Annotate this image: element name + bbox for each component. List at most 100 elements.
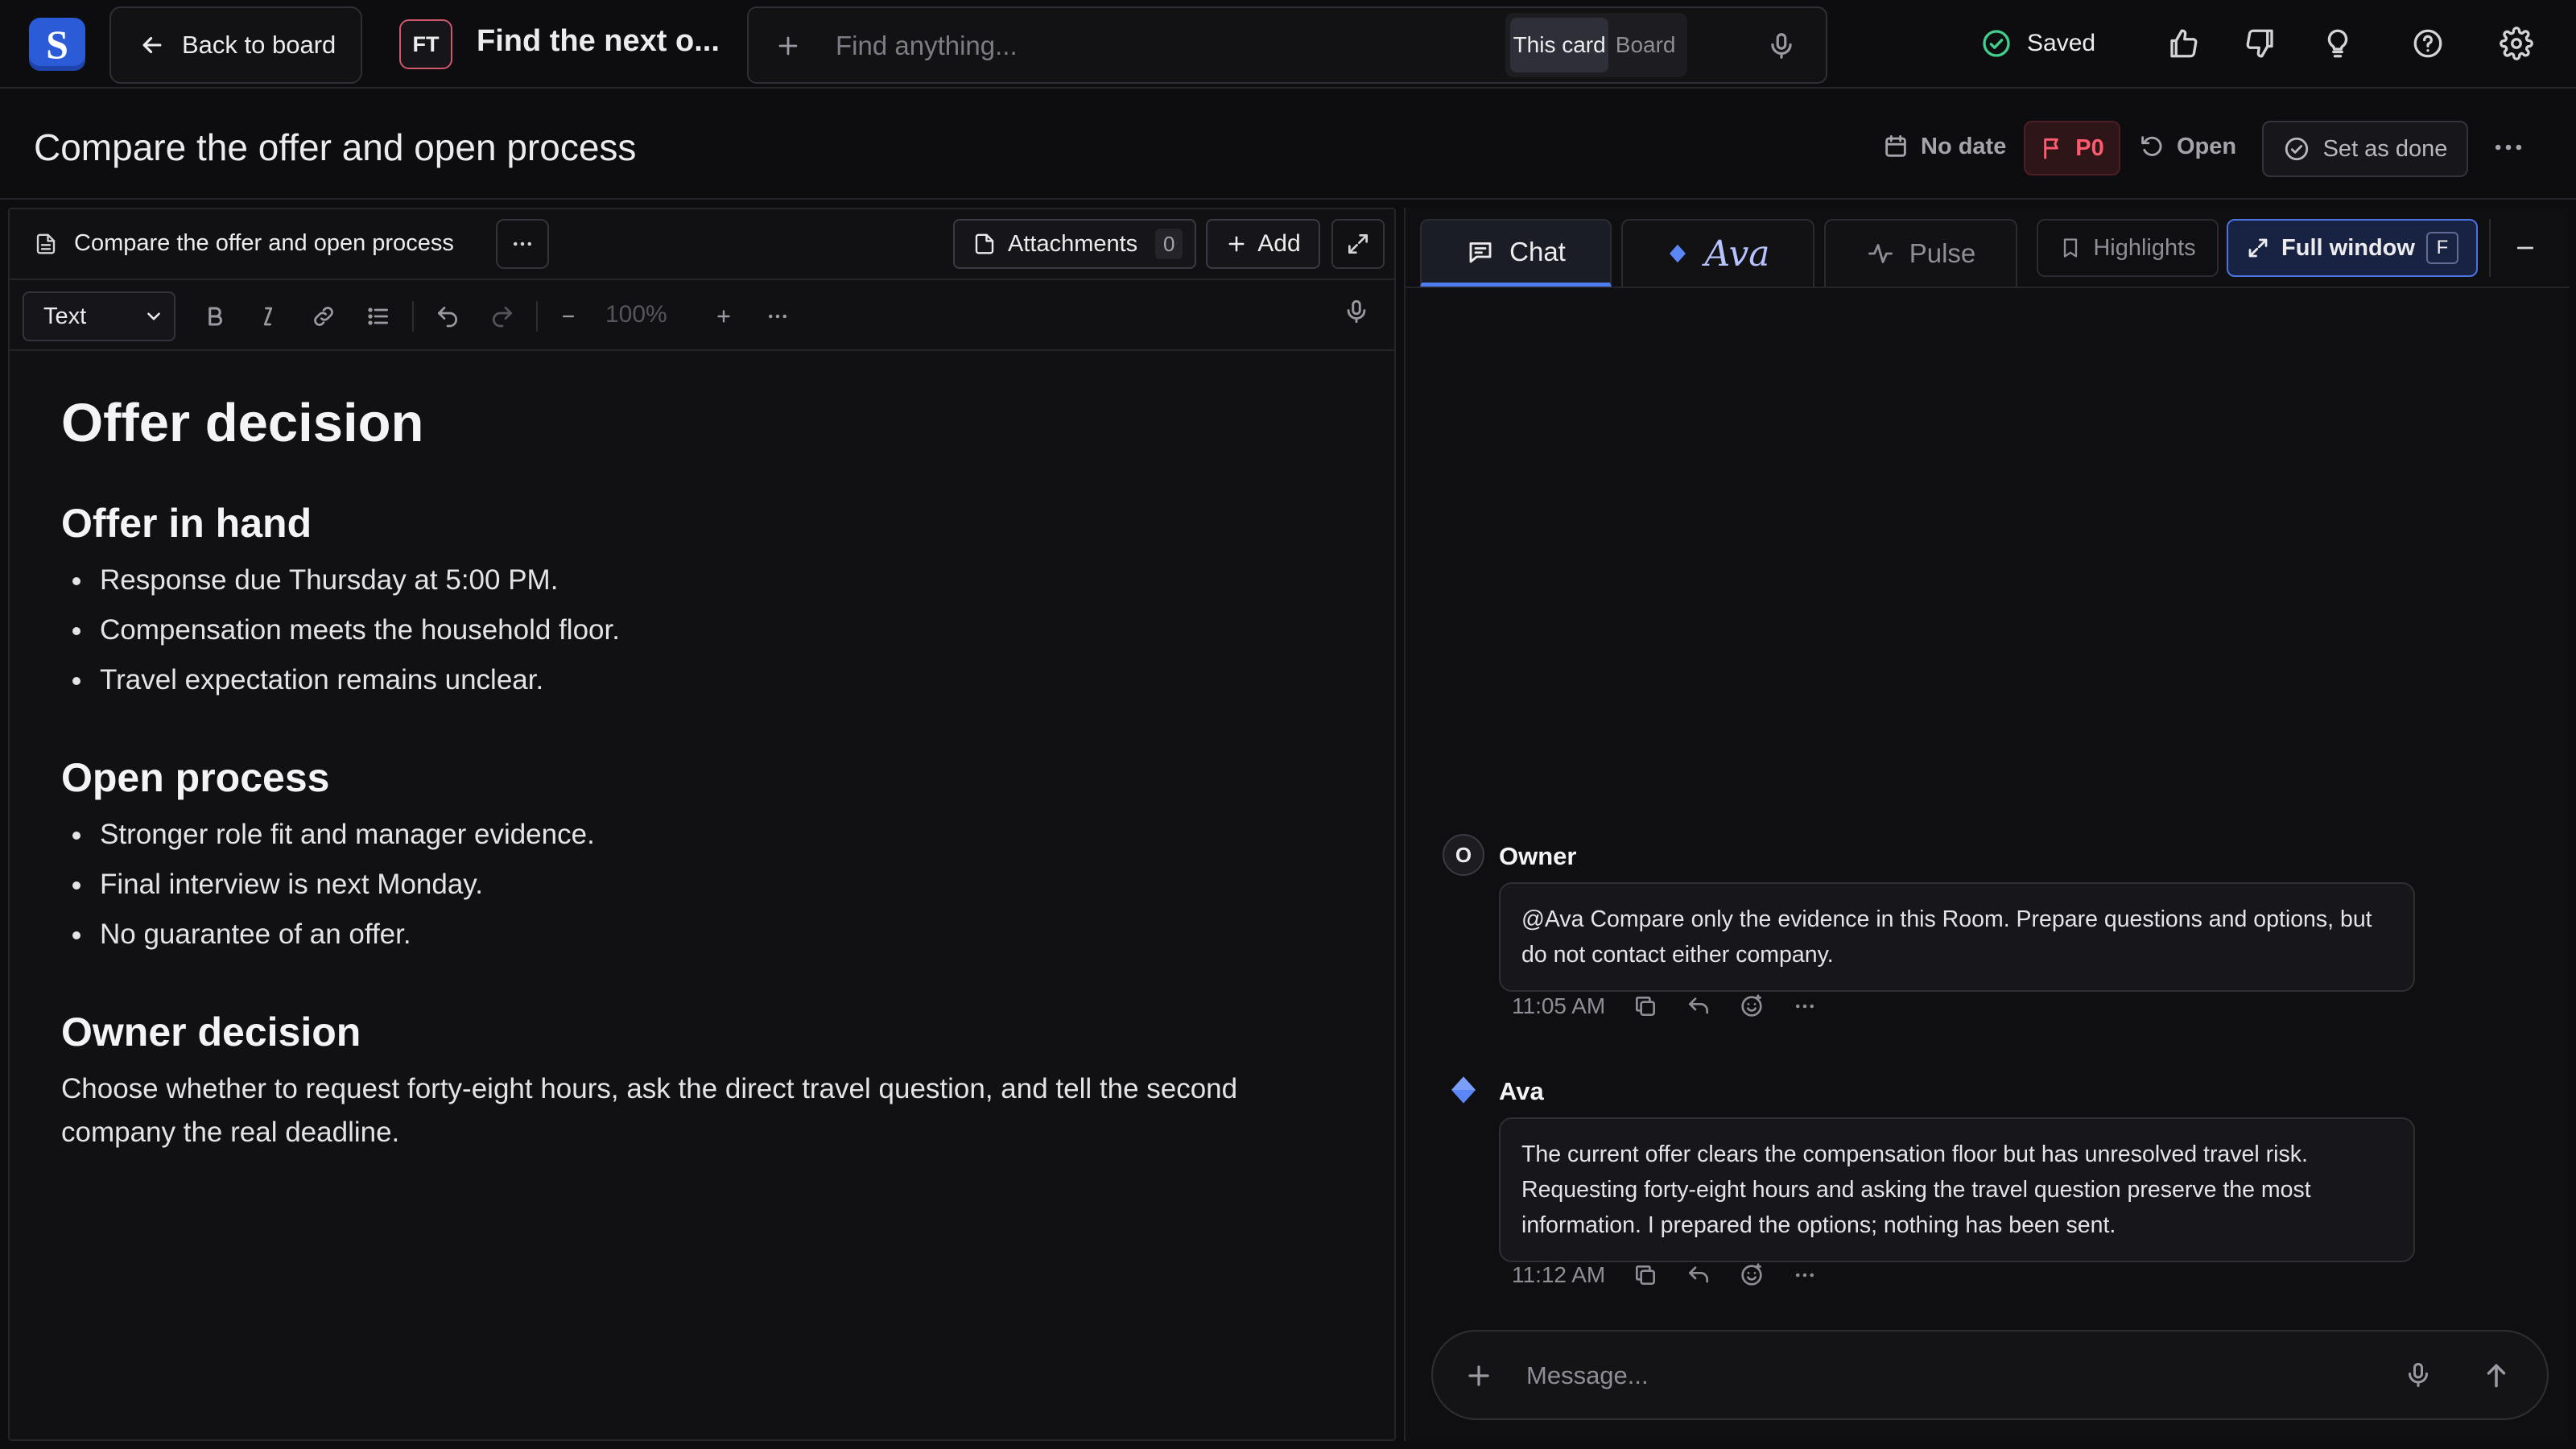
plus-icon[interactable] [774, 32, 802, 60]
ava-diamond-icon[interactable] [1447, 1074, 1480, 1106]
italic-icon[interactable] [256, 301, 280, 332]
section-heading-owner-decision: Owner decision [61, 1009, 361, 1055]
expand-editor-button[interactable] [1331, 219, 1385, 269]
avatar[interactable]: O [1443, 834, 1484, 876]
microphone-icon[interactable] [1343, 296, 1370, 327]
diamond-icon [1666, 242, 1690, 266]
page-title[interactable]: Compare the offer and open process [34, 126, 636, 169]
more-options-icon[interactable] [2491, 135, 2526, 159]
attachments-count: 0 [1155, 229, 1183, 259]
microphone-icon[interactable] [2404, 1360, 2433, 1389]
add-reaction-icon[interactable] [1739, 993, 1765, 1019]
bold-icon[interactable] [203, 301, 227, 332]
maximize-icon [1345, 231, 1371, 257]
file-icon [972, 231, 997, 257]
document-header: Compare the offer and open process Attac… [10, 209, 1394, 280]
tab-pulse[interactable]: Pulse [1824, 219, 2017, 287]
search-input[interactable] [836, 26, 1399, 66]
tab-ava[interactable]: Ava [1621, 219, 1814, 287]
activity-icon [1866, 239, 1895, 268]
offer-in-hand-list: Response due Thursday at 5:00 PM. Compen… [61, 555, 1349, 705]
plus-icon[interactable] [1463, 1360, 1494, 1391]
priority-badge[interactable]: P0 [2024, 121, 2120, 175]
set-as-done-button[interactable]: Set as done [2262, 121, 2468, 177]
document-heading: Offer decision [61, 393, 424, 453]
zoom-out-icon[interactable] [559, 301, 578, 332]
search-bar: This card Board [747, 6, 1827, 84]
message-square-icon [1466, 237, 1495, 266]
search-scope-toggle: This card Board [1505, 13, 1687, 77]
more-horizontal-icon[interactable] [1792, 998, 1818, 1014]
attachments-label: Attachments [1008, 230, 1138, 257]
open-process-list: Stronger role fit and manager evidence. … [61, 810, 1349, 960]
list-item: Final interview is next Monday. [61, 860, 1349, 910]
app-logo[interactable]: S [29, 18, 85, 71]
message-bubble: The current offer clears the compensatio… [1499, 1117, 2415, 1262]
thumbs-down-icon[interactable] [2240, 23, 2281, 64]
document-more-button[interactable] [496, 219, 549, 269]
section-heading-offer-in-hand: Offer in hand [61, 501, 312, 547]
document-name[interactable]: Compare the offer and open process [34, 230, 454, 257]
reply-icon[interactable] [1686, 993, 1711, 1019]
save-status: Saved [1980, 27, 2095, 60]
toolbar-divider [412, 301, 414, 332]
full-window-button[interactable]: Full window F [2227, 219, 2478, 277]
tab-ava-label: Ava [1704, 233, 1770, 275]
back-to-board-label: Back to board [182, 31, 336, 59]
bullet-list-icon[interactable] [365, 301, 391, 332]
list-item: Stronger role fit and manager evidence. [61, 810, 1349, 860]
link-icon[interactable] [311, 301, 336, 332]
document-body[interactable]: Offer decision Offer in hand Response du… [61, 391, 1349, 1154]
reply-icon[interactable] [1686, 1262, 1711, 1288]
full-window-label: Full window [2281, 234, 2415, 261]
status-button[interactable]: Open [2138, 122, 2236, 171]
chat-tabs: Chat Ava Pulse Highlights Full window F [1406, 208, 2570, 288]
lightbulb-icon[interactable] [2317, 23, 2359, 64]
minimize-panel-button[interactable] [2489, 219, 2560, 277]
section-heading-open-process: Open process [61, 755, 330, 801]
check-circle-icon [1980, 27, 2013, 60]
send-arrow-icon[interactable] [2481, 1360, 2512, 1391]
list-item: No guarantee of an offer. [61, 910, 1349, 960]
more-horizontal-icon[interactable] [765, 301, 791, 332]
zoom-in-icon[interactable] [713, 301, 734, 332]
message-composer [1431, 1330, 2549, 1420]
editor-toolbar: Text 100% [10, 280, 1394, 351]
message-input[interactable] [1526, 1356, 2331, 1396]
copy-icon[interactable] [1633, 993, 1658, 1019]
back-to-board-button[interactable]: Back to board [109, 6, 362, 84]
card-badge[interactable]: FT [399, 19, 452, 69]
calendar-icon [1882, 133, 1909, 160]
add-button[interactable]: Add [1206, 219, 1320, 269]
copy-icon[interactable] [1633, 1262, 1658, 1288]
help-icon[interactable] [2407, 23, 2449, 64]
document-name-label: Compare the offer and open process [74, 230, 454, 256]
text-style-value: Text [43, 303, 87, 329]
bookmark-icon [2059, 236, 2082, 260]
minus-icon [2513, 236, 2537, 260]
tab-chat[interactable]: Chat [1420, 219, 1612, 287]
text-style-select[interactable]: Text [23, 291, 175, 341]
zoom-level: 100% [605, 301, 667, 328]
arrow-left-icon [138, 31, 166, 59]
message-meta: 11:12 AM [1512, 1262, 1818, 1288]
message-author: Owner [1499, 842, 1577, 870]
add-reaction-icon[interactable] [1739, 1262, 1765, 1288]
scope-board[interactable]: Board [1608, 18, 1682, 72]
due-date-button[interactable]: No date [1882, 122, 2006, 171]
redo-icon[interactable] [489, 301, 515, 332]
owner-decision-paragraph: Choose whether to request forty-eight ho… [61, 1073, 1238, 1149]
scope-this-card[interactable]: This card [1510, 18, 1609, 72]
gear-icon[interactable] [2496, 23, 2537, 64]
microphone-icon[interactable] [1766, 31, 1797, 61]
message-meta: 11:05 AM [1512, 993, 1818, 1019]
list-item: Travel expectation remains unclear. [61, 655, 1349, 705]
due-date-label: No date [1921, 133, 2007, 159]
undo-icon[interactable] [435, 301, 460, 332]
thumbs-up-icon[interactable] [2162, 23, 2204, 64]
status-label: Open [2177, 133, 2237, 159]
highlights-button[interactable]: Highlights [2037, 219, 2219, 277]
more-horizontal-icon[interactable] [1792, 1267, 1818, 1283]
card-short-title[interactable]: Find the next o... [477, 24, 720, 59]
attachments-button[interactable]: Attachments 0 [953, 219, 1196, 269]
